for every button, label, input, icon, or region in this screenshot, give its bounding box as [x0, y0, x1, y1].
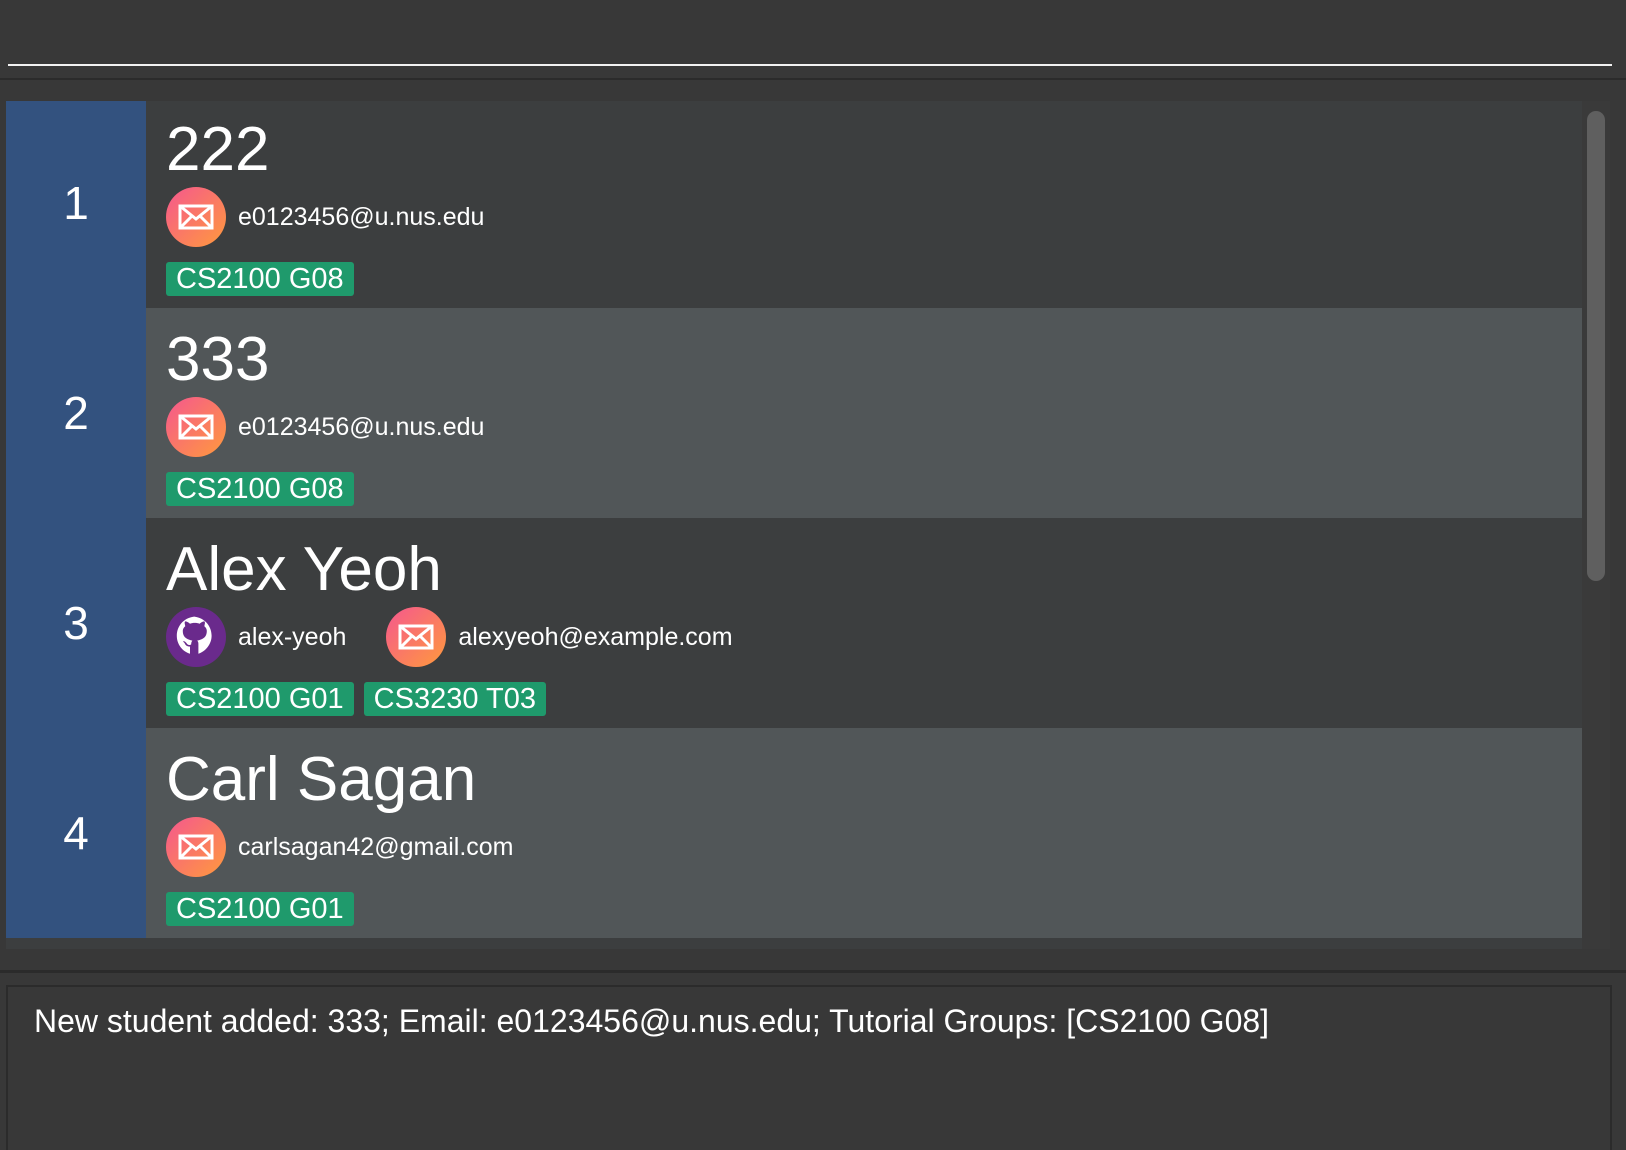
app-window: 1 222 e0123456@u.nus.edu CS2100 G08 2 333 e012… — [0, 0, 1626, 1150]
tutorial-group-tags: CS2100 G01 CS3230 T03 — [166, 682, 1582, 716]
student-details: 222 e0123456@u.nus.edu CS2100 G08 — [146, 101, 1582, 308]
command-input[interactable] — [8, 8, 1612, 66]
email-address: e0123456@u.nus.edu — [238, 412, 485, 441]
student-card[interactable]: 1 222 e0123456@u.nus.edu CS2100 G08 — [6, 101, 1582, 308]
tutorial-group-tag: CS2100 G01 — [166, 682, 354, 716]
tutorial-group-tag: CS2100 G08 — [166, 472, 354, 506]
email-address: carlsagan42@gmail.com — [238, 832, 514, 861]
panel-divider — [0, 970, 1626, 973]
github-username: alex-yeoh — [238, 622, 347, 651]
envelope-icon — [166, 187, 226, 247]
envelope-icon — [166, 397, 226, 457]
result-display: New student added: 333; Email: e0123456@… — [6, 985, 1612, 1150]
student-index: 2 — [6, 308, 146, 518]
student-list-panel[interactable]: 1 222 e0123456@u.nus.edu CS2100 G08 2 333 e012… — [6, 101, 1582, 949]
envelope-icon — [386, 607, 447, 667]
student-index: 1 — [6, 101, 146, 308]
envelope-icon — [166, 817, 226, 877]
student-card[interactable]: 4 Carl Sagan carlsagan42@gmail.com CS2100 G… — [6, 728, 1582, 938]
email-contact[interactable]: e0123456@u.nus.edu — [166, 187, 484, 247]
contact-row: alex-yeoh alexyeoh@example.com — [166, 606, 1582, 668]
scrollbar-thumb[interactable] — [1587, 111, 1605, 581]
email-address: alexyeoh@example.com — [458, 622, 733, 651]
email-contact[interactable]: e0123456@u.nus.edu — [166, 397, 484, 457]
tutorial-group-tags: CS2100 G01 — [166, 892, 1582, 926]
student-details: Alex Yeoh alex-yeoh alexyeoh@example.com CS… — [146, 518, 1582, 728]
student-name: Carl Sagan — [166, 745, 477, 814]
tutorial-group-tag: CS3230 T03 — [363, 682, 546, 716]
email-contact[interactable]: alexyeoh@example.com — [386, 607, 733, 667]
student-details: 333 e0123456@u.nus.edu CS2100 G08 — [146, 308, 1582, 518]
student-details: Carl Sagan carlsagan42@gmail.com CS2100 G0… — [146, 728, 1582, 938]
result-text: New student added: 333; Email: e0123456@… — [34, 1003, 1270, 1039]
student-name: 333 — [166, 325, 270, 394]
email-address: e0123456@u.nus.edu — [238, 202, 485, 231]
student-card[interactable]: 2 333 e0123456@u.nus.edu CS2100 G08 — [6, 308, 1582, 518]
tutorial-group-tag: CS2100 G01 — [166, 892, 354, 926]
github-icon — [166, 607, 226, 667]
list-scrollbar[interactable] — [1582, 101, 1610, 949]
student-index: 4 — [6, 728, 146, 938]
contact-row: e0123456@u.nus.edu — [166, 396, 1582, 458]
contact-row: e0123456@u.nus.edu — [166, 186, 1582, 248]
command-box-area — [0, 0, 1626, 80]
contact-row: carlsagan42@gmail.com — [166, 816, 1582, 878]
email-contact[interactable]: carlsagan42@gmail.com — [166, 817, 514, 877]
github-contact[interactable]: alex-yeoh — [166, 607, 346, 667]
tutorial-group-tag: CS2100 G08 — [166, 262, 354, 296]
tutorial-group-tags: CS2100 G08 — [166, 262, 1582, 296]
student-name: 222 — [166, 115, 270, 184]
student-name: Alex Yeoh — [166, 535, 442, 604]
tutorial-group-tags: CS2100 G08 — [166, 472, 1582, 506]
student-card[interactable]: 3 Alex Yeoh alex-yeoh alexyeoh@example.com C… — [6, 518, 1582, 728]
student-index: 3 — [6, 518, 146, 728]
